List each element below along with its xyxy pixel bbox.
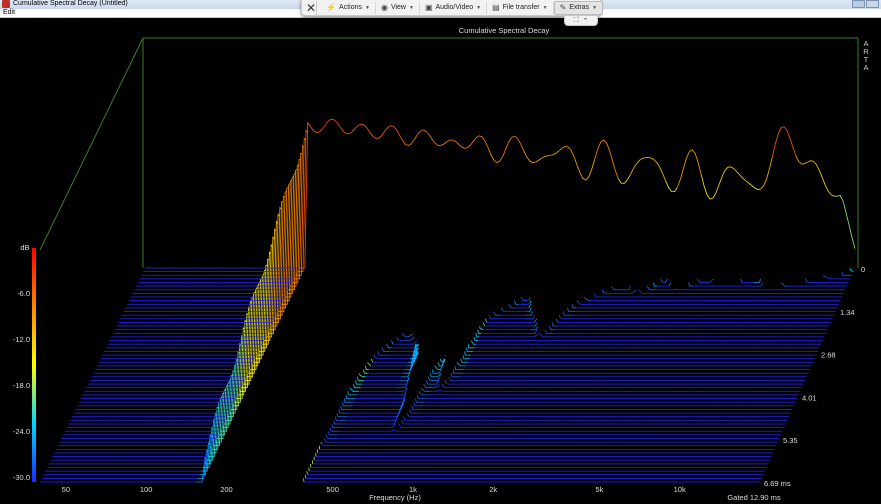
chart-title: Cumulative Spectral Decay	[459, 26, 550, 35]
time-tick-label: 0	[861, 265, 865, 274]
z-tick-label: -12.0	[13, 335, 30, 344]
slice-occluder	[145, 119, 855, 268]
chevron-down-icon: ▼	[592, 4, 598, 11]
menu-item-edit[interactable]: Edit	[3, 8, 15, 18]
cumulative-spectral-decay-chart: 50 100 200 500 1k 2k 5k 10k-6.0-12.0-18.0-24.0-…	[13, 26, 869, 502]
chevron-down-icon: ▼	[542, 4, 548, 11]
arta-watermark: ARTA	[863, 39, 869, 72]
time-tick-label: 1.34	[840, 308, 855, 317]
actions-button[interactable]: ⚡ Actions ▼	[321, 1, 376, 14]
restore-button[interactable]	[866, 0, 879, 8]
x-tick-label: 500	[326, 485, 339, 494]
minimize-button[interactable]	[852, 0, 865, 8]
color-bar	[32, 248, 36, 482]
chevron-down-icon: ▼	[365, 4, 370, 11]
extras-button[interactable]: ✎ Extras ▼	[553, 0, 604, 15]
time-tick-label: 5.35	[783, 436, 798, 445]
x-tick-label: 100	[140, 485, 153, 494]
actions-label: Actions	[339, 4, 362, 11]
file-icon: ▤	[492, 3, 500, 12]
z-tick-label: -18.0	[13, 381, 30, 390]
z-tick-label: -30.0	[13, 473, 30, 482]
z-axis-unit: dB	[20, 243, 29, 252]
x-tick-label: 10k	[674, 485, 686, 494]
remote-toolbar: ✕ ⚡ Actions ▼ ◉ View ▼ ▣ Audio/Video ▼ ▤ File t…	[301, 0, 604, 16]
x-tick-label: 2k	[489, 485, 497, 494]
eye-icon: ◉	[380, 3, 388, 12]
audio-video-label: Audio/Video	[435, 4, 474, 11]
speaker-icon: ▣	[424, 3, 433, 12]
watermark-letter: A	[863, 63, 868, 72]
extras-label: Extras	[569, 4, 590, 11]
z-tick-label: -24.0	[13, 427, 30, 436]
time-tick-label: 6.69 ms	[764, 479, 791, 488]
slice-segment	[430, 389, 443, 392]
window-controls	[852, 0, 879, 8]
slice-segment	[518, 302, 531, 305]
file-transfer-label: File transfer	[502, 4, 540, 11]
x-tick-label: 200	[220, 485, 233, 494]
time-tick-label: 4.01	[802, 393, 817, 402]
slice-segment	[445, 382, 458, 385]
x-tick-label: 5k	[595, 485, 603, 494]
close-icon[interactable]: ✕	[306, 0, 318, 15]
lightning-icon: ⚡	[326, 3, 337, 12]
chevron-down-icon: ▼	[408, 4, 414, 11]
x-axis-label: Frequency (Hz)	[369, 493, 421, 502]
z-tick-label: -6.0	[17, 289, 30, 298]
audio-video-button[interactable]: ▣ Audio/Video ▼	[420, 1, 488, 14]
view-button[interactable]: ◉ View ▼	[376, 1, 420, 14]
slice-occluder	[40, 414, 760, 482]
app-icon	[2, 0, 10, 8]
chevron-down-icon: ▼	[476, 4, 482, 11]
decay-slices	[40, 118, 856, 483]
view-label: View	[390, 4, 406, 11]
file-transfer-button[interactable]: ▤ File transfer ▼	[487, 1, 554, 14]
slice-segment	[667, 288, 680, 291]
time-tick-label: 2.68	[821, 351, 836, 360]
gate-label: Gated 12.90 ms	[727, 493, 781, 502]
window-title: Cumulative Spectral Decay (Untitled)	[13, 0, 128, 7]
x-tick-label: 50	[62, 485, 70, 494]
tools-icon: ✎	[559, 3, 567, 12]
